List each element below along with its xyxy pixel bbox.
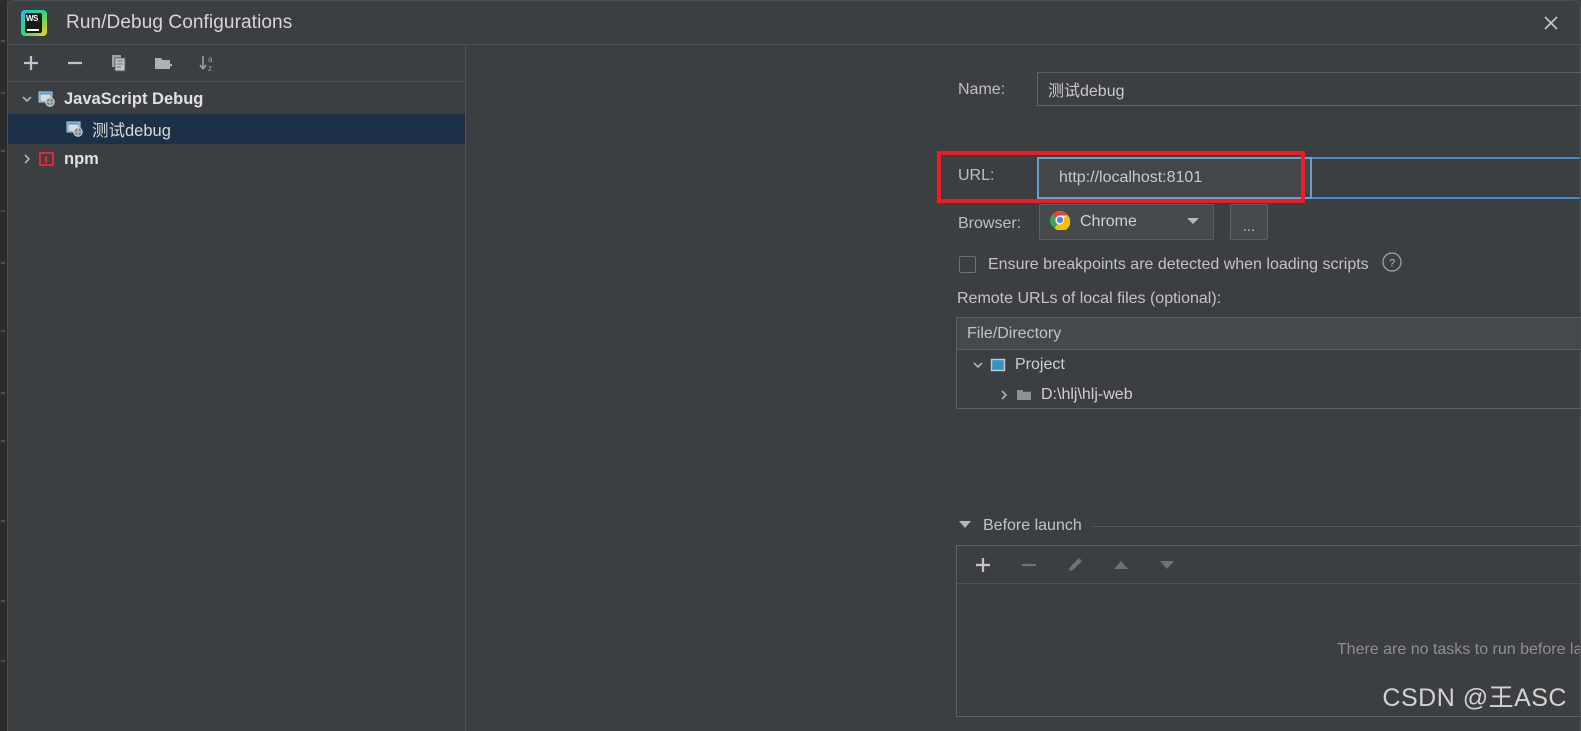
configurations-tree: JavaScript Debug 测试debug (8, 82, 465, 174)
move-task-up-button (1107, 551, 1135, 579)
chevron-down-icon[interactable] (1186, 213, 1200, 231)
folder-icon (1015, 386, 1037, 404)
run-debug-configurations-dialog: WS Run/Debug Configurations (0, 0, 1581, 731)
ide-background-edge (0, 0, 7, 731)
configuration-editor-pane: Name: Store as project file URL: (466, 45, 1581, 731)
webstorm-logo-bar (27, 29, 39, 31)
edit-task-button (1061, 551, 1089, 579)
dialog-window: WS Run/Debug Configurations (7, 0, 1581, 731)
table-header: File/Directory Remote URL (957, 318, 1581, 350)
browser-label: Browser: (958, 215, 1021, 233)
move-task-down-button (1153, 551, 1181, 579)
browser-more-button[interactable]: ... (1230, 204, 1268, 240)
svg-text:a: a (208, 55, 213, 64)
ensure-breakpoints-row[interactable]: Ensure breakpoints are detected when loa… (959, 251, 1403, 278)
column-header-file-directory[interactable]: File/Directory (957, 318, 1581, 349)
tree-item-javascript-debug[interactable]: JavaScript Debug (8, 84, 465, 114)
remote-urls-label: Remote URLs of local files (optional): (957, 290, 1221, 308)
name-input[interactable] (1037, 72, 1581, 106)
svg-text:?: ? (1389, 258, 1395, 270)
webstorm-logo-text: WS (26, 14, 38, 23)
before-launch-title: Before launch (983, 517, 1082, 535)
ensure-breakpoints-checkbox[interactable] (959, 256, 976, 273)
chevron-right-icon[interactable] (16, 152, 38, 166)
remove-configuration-button[interactable] (61, 49, 89, 77)
table-row[interactable]: D:\hlj\hlj-web (957, 380, 1581, 410)
url-label: URL: (958, 167, 994, 185)
tree-item-label: npm (64, 150, 99, 169)
configurations-pane: a z (8, 45, 466, 731)
add-configuration-button[interactable] (17, 49, 45, 77)
configurations-toolbar: a z (8, 45, 465, 82)
table-row-label: D:\hlj\hlj-web (1041, 386, 1133, 404)
svg-text:z: z (208, 64, 212, 73)
dialog-title: Run/Debug Configurations (66, 12, 292, 34)
project-icon (989, 356, 1011, 374)
javascript-debug-icon (66, 120, 88, 138)
dialog-body: a z (8, 45, 1581, 731)
dialog-titlebar: WS Run/Debug Configurations (8, 1, 1580, 45)
tree-item-label: 测试debug (92, 117, 171, 141)
sort-configurations-button[interactable]: a z (193, 49, 221, 77)
ensure-breakpoints-label: Ensure breakpoints are detected when loa… (988, 256, 1369, 274)
help-circle-icon[interactable]: ? (1381, 251, 1403, 278)
npm-icon (38, 150, 60, 168)
close-icon[interactable] (1522, 1, 1580, 44)
chevron-right-icon[interactable] (993, 388, 1015, 402)
name-label: Name: (958, 81, 1005, 99)
chevron-down-icon[interactable] (967, 358, 989, 372)
remote-urls-table: File/Directory Remote URL (956, 317, 1581, 409)
before-launch-toolbar (957, 546, 1581, 584)
table-row-label: Project (1015, 356, 1065, 374)
browser-select[interactable]: Chrome (1039, 204, 1214, 240)
table-row[interactable]: Project (957, 350, 1581, 380)
javascript-debug-icon (38, 90, 60, 108)
url-value: http://localhost:8101 (1059, 169, 1202, 187)
before-launch-header[interactable]: Before launch (958, 517, 1581, 535)
tree-item-ceshi-debug[interactable]: 测试debug (8, 114, 465, 144)
chevron-down-icon[interactable] (16, 92, 38, 106)
webstorm-logo-icon: WS (21, 10, 47, 36)
tree-item-npm[interactable]: npm (8, 144, 465, 174)
remove-task-button (1015, 551, 1043, 579)
browser-value: Chrome (1080, 213, 1137, 231)
add-task-button[interactable] (969, 551, 997, 579)
copy-configuration-button[interactable] (105, 49, 133, 77)
watermark: CSDN @王ASC (1382, 678, 1567, 714)
triangle-down-icon[interactable] (958, 517, 972, 535)
tree-item-label: JavaScript Debug (64, 90, 203, 109)
section-divider (1093, 526, 1581, 527)
new-folder-button[interactable] (149, 49, 177, 77)
chrome-icon (1050, 210, 1070, 235)
